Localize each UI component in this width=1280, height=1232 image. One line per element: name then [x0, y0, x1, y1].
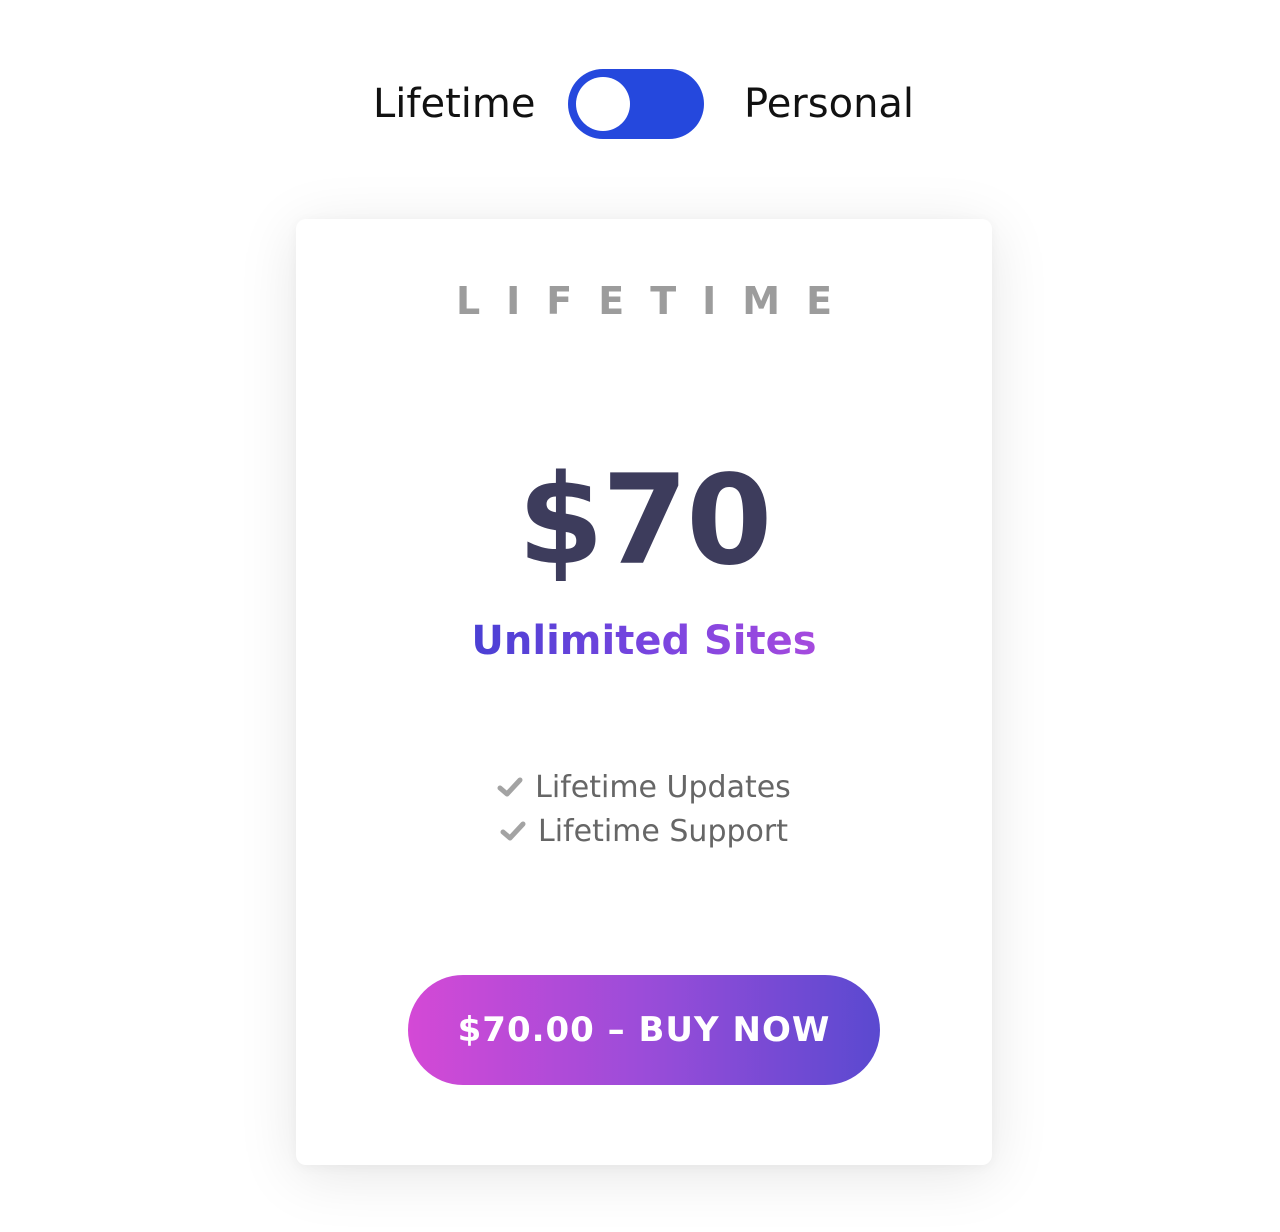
toggle-label-lifetime[interactable]: Lifetime: [373, 78, 535, 130]
pricing-page: Lifetime Personal LIFETIME $70 Unlimited…: [0, 0, 1280, 1232]
billing-toggle-switch[interactable]: [568, 69, 704, 139]
plan-sites-text: Unlimited Sites: [471, 618, 817, 664]
buy-now-button[interactable]: $70.00 – BUY NOW: [408, 975, 880, 1085]
feature-label: Lifetime Updates: [535, 769, 791, 805]
plan-price: $70: [517, 449, 773, 593]
check-icon: [497, 774, 523, 800]
billing-toggle-row: Lifetime Personal: [0, 68, 1280, 140]
plan-sites: Unlimited Sites: [296, 615, 992, 667]
toggle-knob: [576, 77, 630, 131]
feature-item: Lifetime Support: [296, 809, 992, 853]
feature-label: Lifetime Support: [538, 813, 788, 849]
feature-item: Lifetime Updates: [296, 765, 992, 809]
feature-list: Lifetime Updates Lifetime Support: [296, 765, 992, 853]
plan-name: LIFETIME: [455, 279, 859, 323]
pricing-card: LIFETIME $70 Unlimited Sites Lifetime Up…: [296, 219, 992, 1165]
toggle-label-personal[interactable]: Personal: [744, 78, 914, 130]
check-icon: [500, 818, 526, 844]
